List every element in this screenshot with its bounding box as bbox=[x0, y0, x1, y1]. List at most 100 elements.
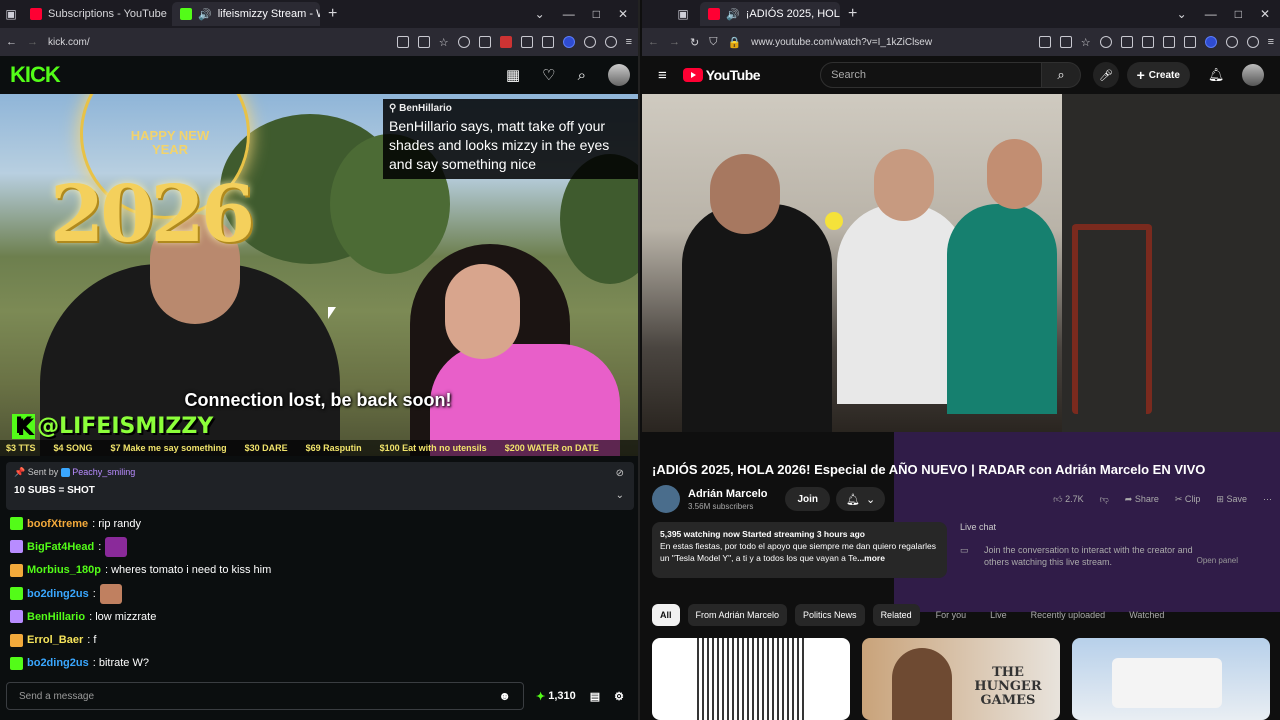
close-window-icon[interactable]: ✕ bbox=[618, 7, 628, 21]
extension-blue-icon[interactable] bbox=[1204, 35, 1217, 48]
chat-username[interactable]: bo2ding2us bbox=[27, 588, 89, 600]
hamburger-menu-icon[interactable]: ≡ bbox=[658, 67, 667, 84]
chat-username[interactable]: bo2ding2us bbox=[27, 657, 89, 669]
account-icon[interactable] bbox=[1246, 35, 1259, 48]
clip-button[interactable]: ✂ Clip bbox=[1175, 494, 1201, 505]
shield-icon[interactable]: ⛉ bbox=[709, 36, 717, 49]
screenshot-icon[interactable] bbox=[417, 35, 430, 48]
tab-youtube-subscriptions[interactable]: Subscriptions - YouTube ✕ bbox=[22, 2, 172, 26]
join-button[interactable]: Join bbox=[785, 487, 831, 511]
tab-overview-icon[interactable]: ▣ bbox=[672, 7, 694, 21]
reader-view-icon[interactable] bbox=[1038, 35, 1051, 48]
extension-icon[interactable] bbox=[1183, 35, 1196, 48]
description-more-link[interactable]: ...more bbox=[857, 553, 885, 563]
channel-avatar[interactable] bbox=[652, 485, 680, 513]
subscribed-button[interactable]: 🔔︎ ⌄ bbox=[836, 487, 886, 511]
chat-username[interactable]: Morbius_180p bbox=[27, 564, 101, 576]
lock-icon[interactable]: 🔒 bbox=[727, 36, 741, 49]
youtube-logo[interactable]: YouTube bbox=[682, 67, 761, 83]
filter-chip[interactable]: Related bbox=[872, 604, 920, 626]
extension-blue-icon[interactable] bbox=[562, 35, 575, 48]
search-icon[interactable]: ⌕ bbox=[578, 67, 586, 84]
bookmark-star-icon[interactable]: ☆ bbox=[1081, 36, 1091, 49]
video-thumbnail[interactable] bbox=[652, 638, 850, 720]
save-button[interactable]: ⊞ Save bbox=[1216, 494, 1247, 505]
channel-name[interactable]: Adrián Marcelo bbox=[688, 488, 767, 500]
extension-icon[interactable] bbox=[1120, 35, 1133, 48]
account-icon[interactable] bbox=[604, 35, 617, 48]
settings-gear-icon[interactable]: ⚙ bbox=[614, 690, 624, 703]
open-panel-button[interactable]: Open panel bbox=[1197, 556, 1238, 565]
chat-username[interactable]: boofXtreme bbox=[27, 518, 88, 530]
kick-video-player[interactable]: HAPPY NEW YEAR 2026 ⚲ BenHillario BenHil… bbox=[0, 94, 638, 456]
notifications-bell-icon[interactable]: 🔔︎ bbox=[1208, 67, 1225, 83]
tab-overview-icon[interactable]: ▣ bbox=[0, 7, 22, 21]
list-tabs-icon[interactable]: ⌄ bbox=[535, 7, 545, 21]
menu-icon[interactable]: ≡ bbox=[626, 36, 632, 49]
history-icon[interactable] bbox=[1099, 35, 1112, 48]
description-box[interactable]: 5,395 watching now Started streaming 3 h… bbox=[652, 522, 947, 578]
audio-icon[interactable]: 🔊 bbox=[726, 8, 740, 21]
chevron-down-icon[interactable]: ⌄ bbox=[616, 490, 624, 501]
close-window-icon[interactable]: ✕ bbox=[1260, 7, 1270, 21]
maximize-icon[interactable]: □ bbox=[593, 7, 600, 21]
maximize-icon[interactable]: □ bbox=[1235, 7, 1242, 21]
voice-search-button[interactable]: 🎤︎ bbox=[1093, 62, 1119, 88]
video-thumbnail[interactable]: THE HUNGER GAMES bbox=[862, 638, 1060, 720]
more-actions-icon[interactable]: ⋯ bbox=[1263, 494, 1272, 505]
minimize-icon[interactable]: — bbox=[1205, 7, 1217, 21]
extension-red-icon[interactable] bbox=[499, 35, 512, 48]
search-input[interactable]: Search bbox=[820, 62, 1042, 88]
filter-chip[interactable]: From Adrián Marcelo bbox=[687, 604, 788, 626]
channel-points[interactable]: ✦ 1,310 bbox=[536, 690, 576, 703]
filter-chip[interactable]: Politics News bbox=[795, 604, 865, 626]
chat-username[interactable]: Errol_Baer bbox=[27, 634, 83, 646]
search-button[interactable]: ⌕ bbox=[1041, 62, 1082, 88]
kick-logo[interactable]: KICK bbox=[10, 62, 61, 88]
create-button[interactable]: + Create bbox=[1126, 62, 1190, 88]
video-thumbnail[interactable] bbox=[1072, 638, 1270, 720]
tab-kick-stream[interactable]: 🔊 lifeismizzy Stream - Watch ✕ bbox=[172, 2, 320, 26]
chat-username[interactable]: BigFat4Head bbox=[27, 541, 94, 553]
emoji-icon[interactable]: ☻ bbox=[498, 689, 511, 703]
avatar[interactable] bbox=[1242, 64, 1264, 86]
pinned-username[interactable]: Peachy_smiling bbox=[72, 467, 135, 477]
extension-icon[interactable] bbox=[520, 35, 533, 48]
audio-icon[interactable]: 🔊 bbox=[198, 8, 212, 21]
chat-input[interactable]: Send a message ☻ bbox=[6, 682, 524, 710]
extension-icon[interactable] bbox=[1141, 35, 1154, 48]
filter-chip[interactable]: Watched bbox=[1121, 604, 1172, 626]
forward-icon[interactable]: → bbox=[669, 36, 680, 48]
filter-chip[interactable]: For you bbox=[928, 604, 975, 626]
extension-icon[interactable] bbox=[1225, 35, 1238, 48]
history-icon[interactable] bbox=[457, 35, 470, 48]
extension-icon[interactable] bbox=[541, 35, 554, 48]
following-heart-icon[interactable]: ♡ bbox=[542, 66, 555, 84]
gift-icon[interactable]: ▤ bbox=[590, 690, 600, 703]
reload-icon[interactable]: ↻ bbox=[690, 36, 699, 49]
screenshot-icon[interactable] bbox=[1059, 35, 1072, 48]
url-bar[interactable]: kick.com/ bbox=[48, 37, 387, 48]
extension-icon[interactable] bbox=[583, 35, 596, 48]
store-icon[interactable]: ▦ bbox=[506, 66, 520, 84]
unpin-icon[interactable]: ⊘ bbox=[616, 468, 624, 479]
new-tab-icon[interactable]: + bbox=[328, 5, 337, 23]
back-icon[interactable]: ← bbox=[648, 36, 659, 48]
filter-chip[interactable]: Recently uploaded bbox=[1023, 604, 1114, 626]
avatar[interactable] bbox=[608, 64, 630, 86]
share-button[interactable]: ➦ Share bbox=[1125, 494, 1159, 505]
chat-username[interactable]: BenHillario bbox=[27, 611, 85, 623]
extension-icon[interactable] bbox=[1162, 35, 1175, 48]
forward-icon[interactable]: → bbox=[27, 36, 38, 48]
new-tab-icon[interactable]: + bbox=[848, 5, 857, 23]
bookmark-star-icon[interactable]: ☆ bbox=[439, 36, 449, 49]
list-tabs-icon[interactable]: ⌄ bbox=[1177, 7, 1187, 21]
back-icon[interactable]: ← bbox=[6, 36, 17, 48]
filter-chip[interactable]: All bbox=[652, 604, 680, 626]
reader-view-icon[interactable] bbox=[396, 35, 409, 48]
filter-chip[interactable]: Live bbox=[982, 604, 1015, 626]
youtube-video-player[interactable] bbox=[642, 94, 1280, 432]
dislike-button[interactable]: 👎︎ bbox=[1100, 494, 1109, 505]
menu-icon[interactable]: ≡ bbox=[1268, 36, 1274, 49]
url-bar[interactable]: www.youtube.com/watch?v=I_1kZiClsew bbox=[751, 37, 1029, 48]
